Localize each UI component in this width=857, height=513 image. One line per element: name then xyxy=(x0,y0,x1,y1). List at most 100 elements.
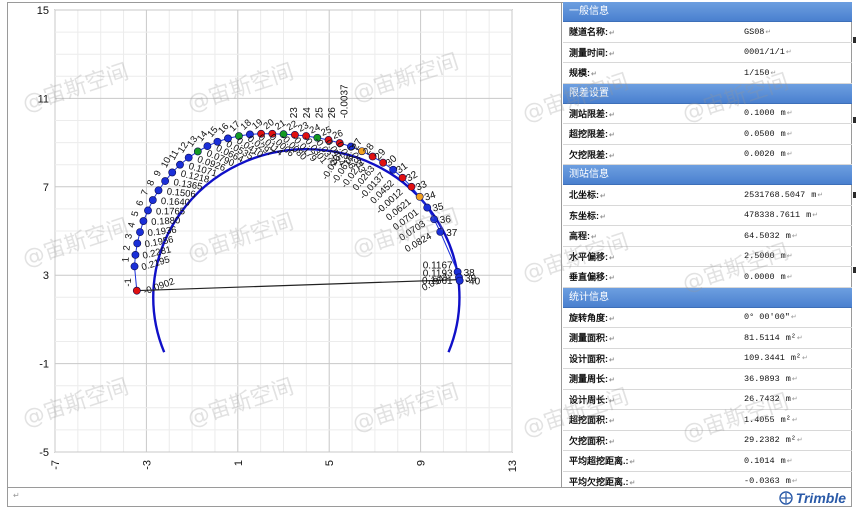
info-value: 36.9893 m↵ xyxy=(744,373,798,384)
info-label: 高程:↵ xyxy=(569,231,597,242)
info-label: 水平偏移:↵ xyxy=(569,251,615,262)
trimble-logo: Trimble xyxy=(778,490,846,506)
info-label: 测站限差:↵ xyxy=(569,108,615,119)
info-unit: m xyxy=(780,251,786,262)
y-tick-label: 11 xyxy=(38,93,49,105)
paragraph-mark-icon: ↵ xyxy=(609,315,615,323)
info-unit: m xyxy=(806,210,812,221)
info-row: 设计周长:↵ 26.7432 m↵ xyxy=(563,390,852,410)
point-id-label: 1 xyxy=(121,257,132,263)
crown-label: 24 xyxy=(302,107,313,119)
info-row: 欠挖面积:↵ 29.2382 m²↵ xyxy=(563,431,852,451)
info-value: 0° 00′00″↵ xyxy=(744,312,797,323)
info-label: 垂直偏移:↵ xyxy=(569,272,615,283)
survey-point xyxy=(154,186,163,195)
y-tick-label: -5 xyxy=(39,447,49,459)
paragraph-mark-icon: ↵ xyxy=(609,254,615,262)
edge-tick xyxy=(853,117,856,123)
paragraph-mark-icon: ↵ xyxy=(786,130,793,138)
info-unit: m² xyxy=(780,414,791,425)
info-label: 设计周长:↵ xyxy=(569,394,615,405)
paragraph-mark-icon: ↵ xyxy=(785,49,792,57)
paragraph-mark-icon: ↵ xyxy=(609,418,615,426)
info-panel: 一般信息隧道名称:↵ GS08↵ 测量时间:↵ 0001/1/1↵ 规模:↵ 1/150↵… xyxy=(563,2,852,487)
info-label: 超挖限差:↵ xyxy=(569,129,615,140)
paragraph-mark-icon: ↵ xyxy=(609,438,615,446)
info-row: 北坐标:↵ 2531768.5047 m↵ xyxy=(563,185,852,206)
info-unit: m xyxy=(785,394,791,405)
info-label: 东坐标:↵ xyxy=(569,210,606,221)
section-header: 限差设置 xyxy=(563,83,852,104)
paragraph-mark-icon: ↵ xyxy=(609,275,615,283)
info-row: 平均欠挖距离.:↵ -0.0363 m↵ xyxy=(563,472,852,488)
info-row: 平均超挖距离.:↵ 0.1014 m↵ xyxy=(563,451,852,472)
paragraph-mark-icon: ↵ xyxy=(13,491,20,500)
info-row: 测量周长:↵ 36.9893 m↵ xyxy=(563,369,852,390)
chart-cell: 15 11 7 3 -1 -5 -7 -3 1 5 9 13 -1 1 2 3 4 5 6 7 8 9 10 11 12 13 14… xyxy=(7,2,562,487)
paragraph-mark-icon: ↵ xyxy=(791,232,798,240)
paragraph-mark-icon: ↵ xyxy=(791,416,798,424)
x-tick-label: -7 xyxy=(50,460,62,470)
paragraph-mark-icon: ↵ xyxy=(817,191,824,199)
info-unit: m xyxy=(785,476,791,487)
logo-text: Trimble xyxy=(795,490,846,506)
info-label: 规模:↵ xyxy=(569,68,597,79)
info-unit: m xyxy=(811,189,817,200)
info-unit: m xyxy=(780,149,786,160)
info-value: 0001/1/1↵ xyxy=(744,47,792,58)
survey-point xyxy=(136,228,144,237)
info-value: 2531768.5047 m↵ xyxy=(744,189,824,200)
info-value: 64.5032 m↵ xyxy=(744,230,798,241)
survey-point xyxy=(132,286,141,295)
paragraph-mark-icon: ↵ xyxy=(591,71,597,79)
paragraph-mark-icon: ↵ xyxy=(786,273,793,281)
info-label: 隧道名称:↵ xyxy=(569,27,615,38)
paragraph-mark-icon: ↵ xyxy=(609,377,615,385)
info-row: 规模:↵ 1/150↵ xyxy=(563,63,852,84)
info-label: 测量时间:↵ xyxy=(569,47,615,58)
paragraph-mark-icon: ↵ xyxy=(786,253,793,261)
survey-point xyxy=(184,153,193,162)
info-value: 26.7432 m↵ xyxy=(744,394,798,405)
info-value: 2.5000 m↵ xyxy=(744,251,793,262)
paragraph-mark-icon: ↵ xyxy=(609,336,615,344)
edge-tick xyxy=(853,267,856,273)
section-header: 测站信息 xyxy=(563,165,852,185)
survey-point xyxy=(139,217,148,225)
crown-label: 25 xyxy=(314,107,325,119)
paragraph-mark-icon: ↵ xyxy=(786,457,793,465)
info-value: 29.2382 m²↵ xyxy=(744,435,803,446)
info-unit: m² xyxy=(785,332,796,343)
info-row: 超挖限差:↵ 0.0500 m↵ xyxy=(563,124,852,145)
section-header: 一般信息 xyxy=(563,2,852,22)
info-label: 超挖面积:↵ xyxy=(569,415,615,426)
survey-point xyxy=(430,215,438,224)
paragraph-mark-icon: ↵ xyxy=(600,193,606,201)
paragraph-mark-icon: ↵ xyxy=(812,212,819,220)
info-unit: m xyxy=(780,128,786,139)
point-id-label: -1 xyxy=(123,278,134,286)
info-unit: m xyxy=(780,271,786,282)
paragraph-mark-icon: ↵ xyxy=(802,355,808,363)
point-id-label: 36 xyxy=(439,214,452,226)
info-value: GS08↵ xyxy=(744,26,772,37)
paragraph-mark-icon: ↵ xyxy=(790,314,797,322)
paragraph-mark-icon: ↵ xyxy=(786,110,793,118)
info-unit: m xyxy=(780,108,786,119)
paragraph-mark-icon: ↵ xyxy=(786,151,793,159)
info-label: 平均欠挖距离.:↵ xyxy=(569,476,636,487)
info-value: 1/150↵ xyxy=(744,67,777,78)
info-value: 109.3441 m²↵ xyxy=(744,353,808,364)
info-row: 设计面积:↵ 109.3441 m²↵ xyxy=(563,349,852,369)
paragraph-mark-icon: ↵ xyxy=(609,152,615,160)
info-unit: m xyxy=(780,455,786,466)
info-value: 0.0000 m↵ xyxy=(744,271,793,282)
info-value: 0.1014 m↵ xyxy=(744,455,793,466)
info-row: 超挖面积:↵ 1.4055 m²↵ xyxy=(563,410,852,431)
tunnel-profile-chart: 151173-1-5-7 -3 1 5 9 13-11234567891011121314… xyxy=(37,5,519,472)
paragraph-mark-icon: ↵ xyxy=(791,396,798,404)
y-tick-label: 3 xyxy=(43,270,49,282)
paragraph-mark-icon: ↵ xyxy=(609,30,615,38)
info-row: 隧道名称:↵ GS08↵ xyxy=(563,22,852,43)
survey-point xyxy=(176,160,184,169)
